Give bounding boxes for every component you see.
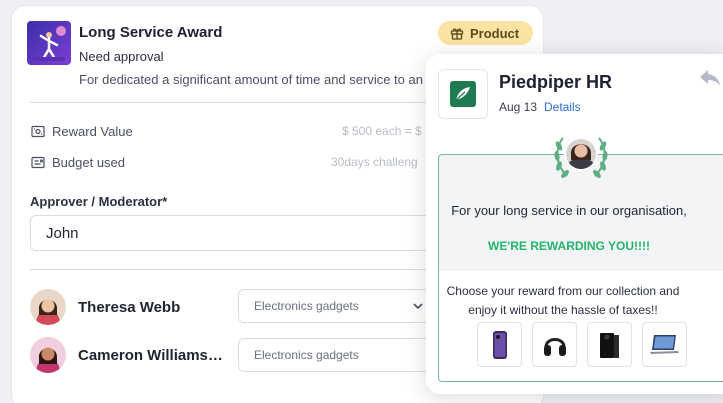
recipient-row: Theresa Webb [30,289,223,325]
avatar [30,337,66,373]
reward-banner: For your long service in our organisatio… [438,154,723,382]
reward-select-value: Electronics gadgets [254,299,359,313]
avatar [30,289,66,325]
reply-icon[interactable] [698,68,722,88]
laurel-avatar-icon [554,137,608,178]
product-item[interactable] [642,322,687,367]
gift-icon [450,28,464,40]
budget-value: 30days challeng [331,155,418,169]
reward-value: $ 500 each = $ [342,124,422,138]
game-console-icon [599,332,619,358]
phone-icon [492,330,507,359]
brand-name: Piedpiper HR [499,72,613,92]
approver-input[interactable]: John [30,215,460,251]
banner-choose-text: Choose your reward from our collection a… [446,284,680,317]
banner-message: For your long service in our organisatio… [451,203,687,218]
award-thumbnail [27,21,71,65]
product-list [477,322,687,367]
product-badge: Product [438,21,534,45]
product-item[interactable] [532,322,577,367]
details-link[interactable]: Details [544,100,581,114]
headphones-icon [543,337,566,356]
notification-date: Aug 13 [499,100,538,114]
award-status: Need approval [79,49,164,64]
product-badge-label: Product [470,25,520,41]
product-item[interactable] [477,322,522,367]
chevron-down-icon [413,303,423,310]
approver-label: Approver / Moderator* [30,194,168,209]
banner-highlight: WE'RE REWARDING YOU!!!! [488,239,650,253]
recipient-name: Theresa Webb [78,298,181,316]
approver-value: John [46,224,79,242]
budget-icon [31,156,45,169]
laptop-icon [649,334,679,354]
award-description: For dedicated a significant amount of ti… [79,72,423,87]
award-title: Long Service Award [79,24,223,41]
notification-card: Piedpiper HR Aug 13 Details For your lon… [426,54,723,394]
money-icon [31,125,45,138]
recipient-row: Cameron Williamso... [30,337,223,373]
product-item[interactable] [587,322,632,367]
budget-label: Budget used [52,155,126,170]
piedpiper-logo [438,69,488,119]
recipient-name: Cameron Williamso... [78,346,223,364]
reward-select[interactable]: Electronics gadgets [238,338,438,372]
reward-select[interactable]: Electronics gadgets [238,289,438,323]
reward-value-label: Reward Value [52,124,133,139]
reward-value-row: Reward Value [31,124,133,139]
reward-select-value: Electronics gadgets [254,348,359,362]
budget-row: Budget used [31,155,125,170]
